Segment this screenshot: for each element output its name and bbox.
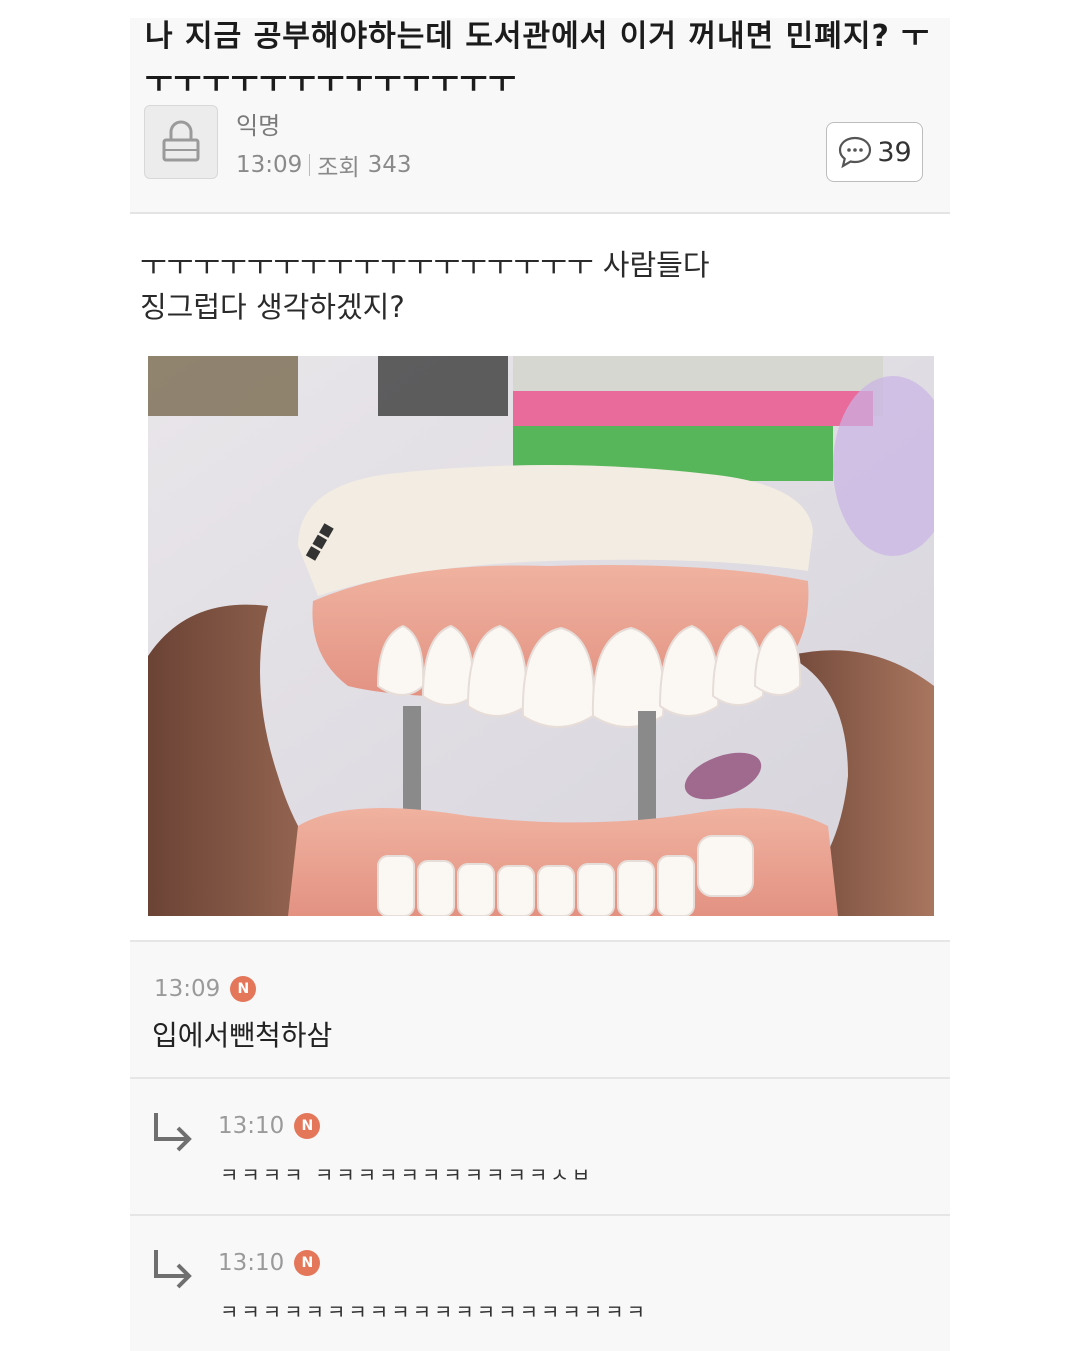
body-line-2: 징그럽다 생각하겠지? [140,290,405,324]
reply-arrow-icon [154,1113,192,1152]
views-label: 조회 [317,155,360,181]
reply-item: 13:10 N ㅋㅋㅋㅋㅋㅋㅋㅋㅋㅋㅋㅋㅋㅋㅋㅋㅋㅋㅋㅋ [130,1214,950,1351]
comment-time: 13:10 [218,1250,285,1276]
comment-time: 13:10 [218,1113,285,1139]
post-body: ㅜㅜㅜㅜㅜㅜㅜㅜㅜㅜㅜㅜㅜㅜㅜㅜㅜ 사람들다 징그럽다 생각하겠지? ■■■ [130,214,950,916]
reply-item: 13:10 N ㅋㅋㅋㅋ ㅋㅋㅋㅋㅋㅋㅋㅋㅋㅋㅋㅅㅂ [130,1077,950,1214]
author-name: 익명 [236,112,281,140]
comment-count: 39 [877,136,912,168]
comment-text: 입에서뺀척하삼 [152,1019,333,1052]
post-header: 나 지금 공부해야하는데 도서관에서 이거 꺼내면 민폐지? ㅜㅜㅜㅜㅜㅜㅜㅜㅜ… [130,18,950,214]
meta-divider [309,154,311,176]
comment-meta: 13:10 N [218,1250,321,1276]
comment-count-button[interactable]: 39 [826,122,923,182]
reply-arrow-icon [154,1250,192,1289]
dental-model-photo[interactable]: ■■■ [148,356,934,916]
body-text: ㅜㅜㅜㅜㅜㅜㅜㅜㅜㅜㅜㅜㅜㅜㅜㅜㅜ 사람들다 징그럽다 생각하겠지? [140,244,920,328]
new-badge: N [294,1250,321,1276]
comment-time: 13:09 [154,976,221,1002]
post-card: 나 지금 공부해야하는데 도서관에서 이거 꺼내면 민폐지? ㅜㅜㅜㅜㅜㅜㅜㅜㅜ… [130,18,950,1351]
new-badge: N [230,976,257,1002]
author-avatar [144,105,218,179]
post-time: 13:09 [236,152,303,178]
comment-text: ㅋㅋㅋㅋㅋㅋㅋㅋㅋㅋㅋㅋㅋㅋㅋㅋㅋㅋㅋㅋ [220,1300,648,1324]
post-meta: 13:09 조회 343 [236,148,412,182]
new-badge: N [294,1113,321,1139]
speech-bubble-icon [839,136,872,169]
views-count: 343 [367,152,412,178]
body-line-1: ㅜㅜㅜㅜㅜㅜㅜㅜㅜㅜㅜㅜㅜㅜㅜㅜㅜ 사람들다 [140,248,710,282]
comment-meta: 13:09 N [154,976,257,1002]
comment-meta: 13:10 N [218,1113,321,1139]
comment-text: ㅋㅋㅋㅋ ㅋㅋㅋㅋㅋㅋㅋㅋㅋㅋㅋㅅㅂ [220,1163,594,1187]
lock-icon [162,120,200,162]
post-title: 나 지금 공부해야하는데 도서관에서 이거 꺼내면 민폐지? ㅜㅜㅜㅜㅜㅜㅜㅜㅜ… [145,19,930,100]
comment-item: 13:09 N 입에서뺀척하삼 [130,940,950,1077]
comment-list: 13:09 N 입에서뺀척하삼 13:10 N ㅋㅋㅋㅋ ㅋㅋㅋㅋㅋㅋㅋㅋㅋㅋㅋ… [130,940,950,1351]
